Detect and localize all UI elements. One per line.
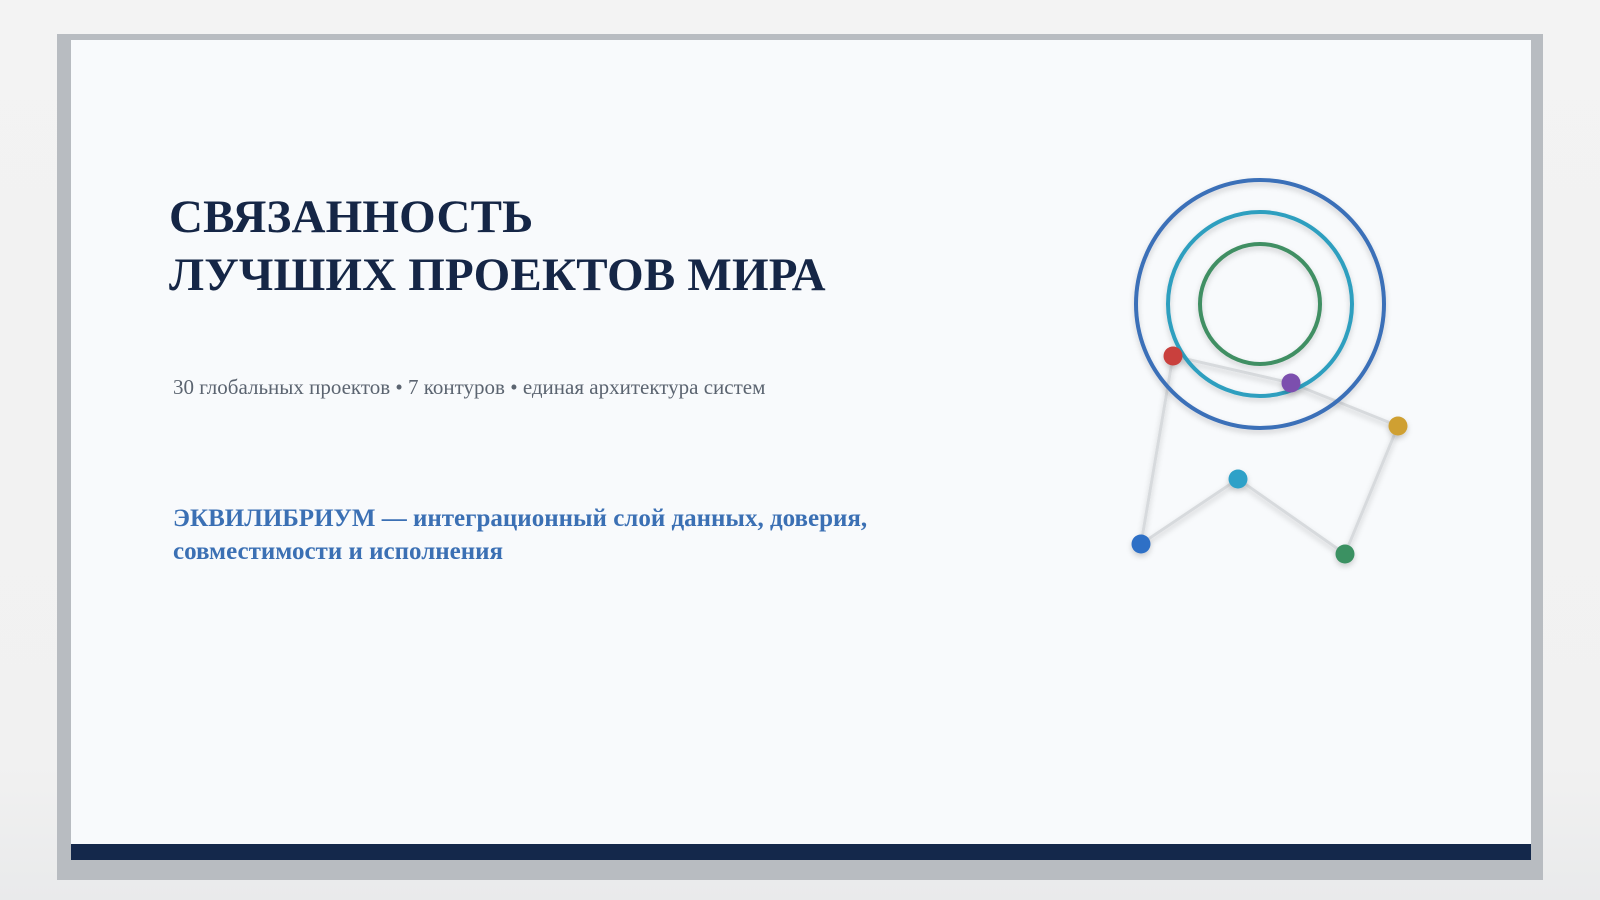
connection-line bbox=[1236, 477, 1347, 556]
footer-bar bbox=[71, 844, 1531, 860]
network-connections bbox=[1139, 354, 1400, 556]
slide-title-line-2: ЛУЧШИХ ПРОЕКТОВ МИРА bbox=[169, 249, 826, 301]
network-rings-icon bbox=[1131, 178, 1408, 564]
slide-canvas: СВЯЗАННОСТЬ ЛУЧШИХ ПРОЕКТОВ МИРА 30 глоб… bbox=[71, 40, 1531, 860]
ring-outer bbox=[1134, 178, 1386, 430]
node-red bbox=[1163, 346, 1183, 366]
slide-frame: СВЯЗАННОСТЬ ЛУЧШИХ ПРОЕКТОВ МИРА 30 глоб… bbox=[57, 34, 1543, 880]
connection-line bbox=[1171, 354, 1293, 385]
connection-line bbox=[1343, 424, 1400, 556]
slide-tagline-line-1: ЭКВИЛИБРИУМ — интеграционный слой данных… bbox=[173, 505, 868, 532]
ring-middle bbox=[1166, 210, 1354, 398]
node-purple bbox=[1281, 373, 1301, 393]
node-gold bbox=[1388, 416, 1408, 436]
slide-subtitle: 30 глобальных проектов • 7 контуров • ед… bbox=[173, 375, 766, 399]
orbit-rings bbox=[1134, 178, 1386, 430]
node-green bbox=[1335, 544, 1355, 564]
slide-tagline: ЭКВИЛИБРИУМ — интеграционный слой данных… bbox=[173, 502, 993, 568]
slide-title-line-1: СВЯЗАННОСТЬ bbox=[169, 191, 534, 243]
ring-inner bbox=[1198, 242, 1322, 366]
slide-title: СВЯЗАННОСТЬ ЛУЧШИХ ПРОЕКТОВ МИРА bbox=[169, 188, 826, 304]
slide-tagline-line-2: совместимости и исполнения bbox=[173, 538, 504, 565]
connection-line bbox=[1139, 354, 1175, 546]
node-blue bbox=[1131, 534, 1151, 554]
node-teal bbox=[1228, 469, 1248, 489]
connection-line bbox=[1139, 477, 1240, 546]
